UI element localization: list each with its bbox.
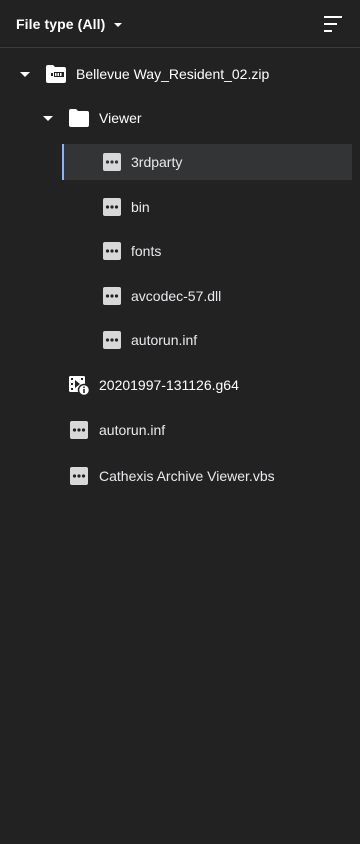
tree-item-vbs[interactable]: Cathexis Archive Viewer.vbs xyxy=(0,458,360,494)
tree-item-folder-viewer[interactable]: Viewer xyxy=(0,100,360,136)
tree-item-video-file[interactable]: 20201997-131126.g64 xyxy=(0,367,360,403)
folder-icon xyxy=(69,109,89,127)
tree-item-label: Cathexis Archive Viewer.vbs xyxy=(99,468,275,484)
collapse-arrow-icon[interactable] xyxy=(20,72,30,77)
generic-file-icon xyxy=(103,331,121,349)
tree-item-label: avcodec-57.dll xyxy=(131,288,222,304)
generic-file-icon xyxy=(103,153,121,171)
file-type-filter-button[interactable]: File type (All) xyxy=(16,12,123,36)
file-type-filter-label: File type (All) xyxy=(16,16,106,32)
tree-item-label: autorun.inf xyxy=(131,332,198,348)
tree-item-archive[interactable]: Bellevue Way_Resident_02.zip xyxy=(0,56,360,92)
tree-item-avcodec[interactable]: avcodec-57.dll xyxy=(62,278,352,314)
video-file-info-icon xyxy=(69,376,90,396)
collapse-arrow-icon[interactable] xyxy=(43,116,53,121)
sort-button[interactable] xyxy=(320,12,348,36)
tree-item-fonts[interactable]: fonts xyxy=(62,233,352,269)
generic-file-icon xyxy=(70,421,88,439)
generic-file-icon xyxy=(103,198,121,216)
tree-item-3rdparty[interactable]: 3rdparty xyxy=(62,144,352,180)
tree-item-label: 20201997-131126.g64 xyxy=(99,377,239,393)
archive-icon xyxy=(46,65,66,83)
file-tree-panel: File type (All) Bellevue Way_Resident_02… xyxy=(0,0,360,844)
tree-item-label: Bellevue Way_Resident_02.zip xyxy=(76,66,270,82)
sort-icon xyxy=(324,16,342,32)
tree-item-autorun-root[interactable]: autorun.inf xyxy=(0,412,360,448)
caret-down-icon xyxy=(114,22,123,27)
tree-item-label: 3rdparty xyxy=(131,154,183,170)
tree-item-label: fonts xyxy=(131,243,162,259)
generic-file-icon xyxy=(103,242,121,260)
generic-file-icon xyxy=(103,287,121,305)
panel-header: File type (All) xyxy=(0,0,360,48)
tree-item-bin[interactable]: bin xyxy=(62,189,352,225)
generic-file-icon xyxy=(70,467,88,485)
tree-item-label: Viewer xyxy=(99,110,142,126)
tree-item-label: autorun.inf xyxy=(99,422,166,438)
tree-item-autorun-viewer[interactable]: autorun.inf xyxy=(62,322,352,358)
tree-item-label: bin xyxy=(131,199,150,215)
